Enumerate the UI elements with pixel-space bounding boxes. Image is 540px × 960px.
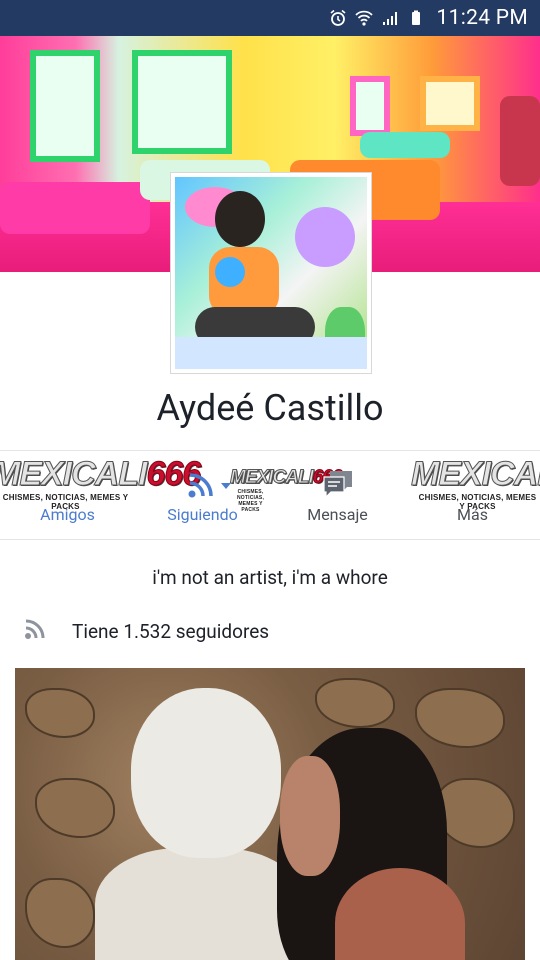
- rss-following-icon: [187, 471, 215, 503]
- status-bar: 11:24 PM: [0, 0, 540, 36]
- more-label: Más: [457, 505, 488, 524]
- followers-count: Tiene 1.532 seguidores: [72, 619, 270, 643]
- friends-label: Amigos: [40, 505, 95, 524]
- rss-icon: [24, 618, 46, 644]
- watermark-logo: MEXICALI666: [410, 455, 540, 494]
- status-time: 11:24 PM: [436, 6, 528, 30]
- message-icon: [322, 469, 354, 503]
- profile-bio: i'm not an artist, i'm a whore: [152, 566, 388, 589]
- message-label: Mensaje: [307, 505, 368, 524]
- friends-button[interactable]: MEXICALI666 CHISMES, NOTICIAS, MEMES Y P…: [0, 451, 202, 541]
- profile-actions: MEXICALI666 CHISMES, NOTICIAS, MEMES Y P…: [0, 450, 540, 540]
- battery-icon: [407, 9, 425, 27]
- wifi-icon: [354, 9, 373, 27]
- followers-row: Tiene 1.532 seguidores: [24, 617, 269, 645]
- alarm-icon: [329, 9, 347, 27]
- following-button[interactable]: MEXICALI666 CHISMES, NOTICIAS, MEMES Y P…: [135, 451, 343, 541]
- signal-icon: [381, 9, 399, 27]
- featured-photo[interactable]: [15, 668, 525, 960]
- following-label: Siguiendo: [167, 505, 238, 524]
- more-button[interactable]: MEXICALI666 CHISMES, NOTICIAS, MEMES Y P…: [405, 451, 540, 541]
- profile-name: Aydeé Castillo: [156, 387, 384, 429]
- message-button[interactable]: Mensaje: [270, 451, 405, 541]
- profile-picture[interactable]: [170, 172, 372, 374]
